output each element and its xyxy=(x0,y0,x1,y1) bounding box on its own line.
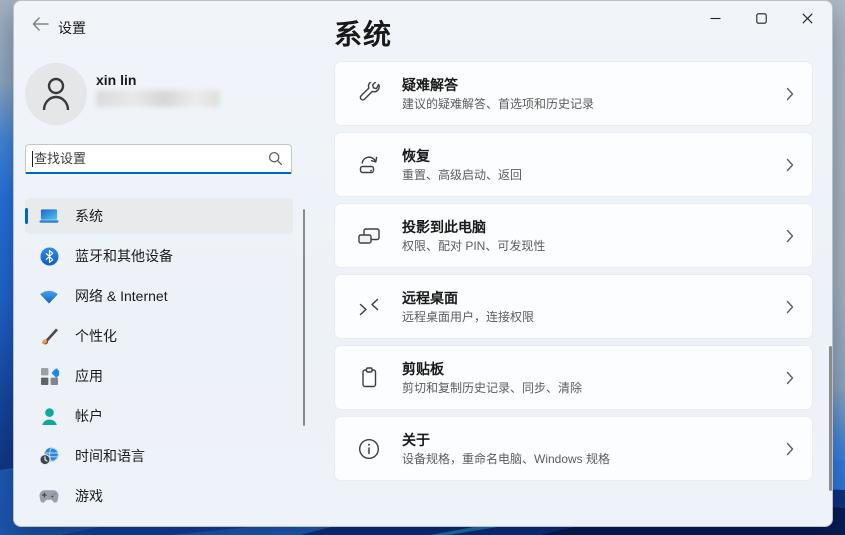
chevron-right-icon xyxy=(786,229,794,243)
network-icon xyxy=(39,286,59,306)
card-title: 恢复 xyxy=(402,147,786,165)
minimize-icon xyxy=(710,13,721,24)
bluetooth-icon xyxy=(39,246,59,266)
card-title: 关于 xyxy=(402,431,786,449)
user-name: xin lin xyxy=(96,72,136,88)
settings-card-list: 疑难解答 建议的疑难解答、首选项和历史记录 恢复 重置、高级启动、返回 投影到此… xyxy=(334,61,813,487)
clipboard-icon xyxy=(357,366,381,390)
card-project-to-pc[interactable]: 投影到此电脑 权限、配对 PIN、可发现性 xyxy=(334,203,813,268)
card-about[interactable]: 关于 设备规格，重命名电脑、Windows 规格 xyxy=(334,416,813,481)
gaming-icon xyxy=(39,486,59,506)
card-subtitle: 剪切和复制历史记录、同步、清除 xyxy=(402,380,786,396)
time-language-icon xyxy=(39,446,59,466)
system-icon xyxy=(39,206,59,226)
sidebar-item-bluetooth-devices[interactable]: 蓝牙和其他设备 xyxy=(25,238,293,274)
apps-icon xyxy=(39,366,59,386)
troubleshoot-icon xyxy=(357,82,381,106)
selected-indicator xyxy=(25,208,28,224)
avatar[interactable] xyxy=(25,63,87,125)
close-button[interactable] xyxy=(784,1,830,35)
maximize-icon xyxy=(756,13,767,24)
sidebar-item-label: 时间和语言 xyxy=(75,446,145,466)
card-title: 投影到此电脑 xyxy=(402,218,786,236)
sidebar-item-system[interactable]: 系统 xyxy=(25,198,293,234)
search-box[interactable] xyxy=(25,144,292,174)
card-troubleshoot[interactable]: 疑难解答 建议的疑难解答、首选项和历史记录 xyxy=(334,61,813,126)
sidebar-item-personalization[interactable]: 个性化 xyxy=(25,318,293,354)
card-title: 远程桌面 xyxy=(402,289,786,307)
card-subtitle: 远程桌面用户，连接权限 xyxy=(402,309,786,325)
sidebar-item-apps[interactable]: 应用 xyxy=(25,358,293,394)
card-title: 剪贴板 xyxy=(402,360,786,378)
back-arrow-icon xyxy=(32,17,49,36)
sidebar-item-accounts[interactable]: 帐户 xyxy=(25,398,293,434)
chevron-right-icon xyxy=(786,87,794,101)
settings-window: 设置 xin lin 系统 蓝牙和其他设备 网络 & Internet 个性化 … xyxy=(13,0,833,527)
sidebar-item-gaming[interactable]: 游戏 xyxy=(25,478,293,514)
text-caret xyxy=(32,151,33,167)
chevron-right-icon xyxy=(786,371,794,385)
sidebar-item-label: 网络 & Internet xyxy=(75,286,168,306)
sidebar-nav: 系统 蓝牙和其他设备 网络 & Internet 个性化 应用 帐户 时间和语言… xyxy=(25,198,293,518)
person-icon xyxy=(36,72,76,117)
recovery-icon xyxy=(357,153,381,177)
card-recovery[interactable]: 恢复 重置、高级启动、返回 xyxy=(334,132,813,197)
chevron-right-icon xyxy=(786,442,794,456)
card-clipboard[interactable]: 剪贴板 剪切和复制历史记录、同步、清除 xyxy=(334,345,813,410)
card-title: 疑难解答 xyxy=(402,76,786,94)
search-input[interactable] xyxy=(34,151,268,166)
project-icon xyxy=(357,224,381,248)
sidebar-item-network-internet[interactable]: 网络 & Internet xyxy=(25,278,293,314)
card-remote-desktop[interactable]: 远程桌面 远程桌面用户，连接权限 xyxy=(334,274,813,339)
chevron-right-icon xyxy=(786,300,794,314)
sidebar-item-label: 系统 xyxy=(75,206,103,226)
sidebar-scrollbar-thumb[interactable] xyxy=(303,209,305,426)
maximize-button[interactable] xyxy=(738,1,784,35)
card-subtitle: 建议的疑难解答、首选项和历史记录 xyxy=(402,96,786,112)
sidebar-item-label: 蓝牙和其他设备 xyxy=(75,246,173,266)
close-icon xyxy=(802,13,813,24)
sidebar-item-label: 帐户 xyxy=(75,406,103,426)
card-subtitle: 设备规格，重命名电脑、Windows 规格 xyxy=(402,451,786,467)
sidebar-item-label: 游戏 xyxy=(75,486,103,506)
chevron-right-icon xyxy=(786,158,794,172)
card-subtitle: 重置、高级启动、返回 xyxy=(402,167,786,183)
window-controls xyxy=(692,1,830,35)
page-title: 系统 xyxy=(334,13,392,53)
about-icon xyxy=(357,437,381,461)
user-email-redacted xyxy=(96,90,220,107)
search-icon xyxy=(268,151,283,166)
personalization-icon xyxy=(39,326,59,346)
main-scrollbar-thumb[interactable] xyxy=(829,346,832,491)
accounts-icon xyxy=(39,406,59,426)
app-title: 设置 xyxy=(58,18,86,38)
back-button[interactable] xyxy=(28,15,52,37)
sidebar-item-time-language[interactable]: 时间和语言 xyxy=(25,438,293,474)
card-subtitle: 权限、配对 PIN、可发现性 xyxy=(402,238,786,254)
sidebar-item-label: 个性化 xyxy=(75,326,117,346)
sidebar-item-label: 应用 xyxy=(75,366,103,386)
minimize-button[interactable] xyxy=(692,1,738,35)
remote-desktop-icon xyxy=(357,295,381,319)
